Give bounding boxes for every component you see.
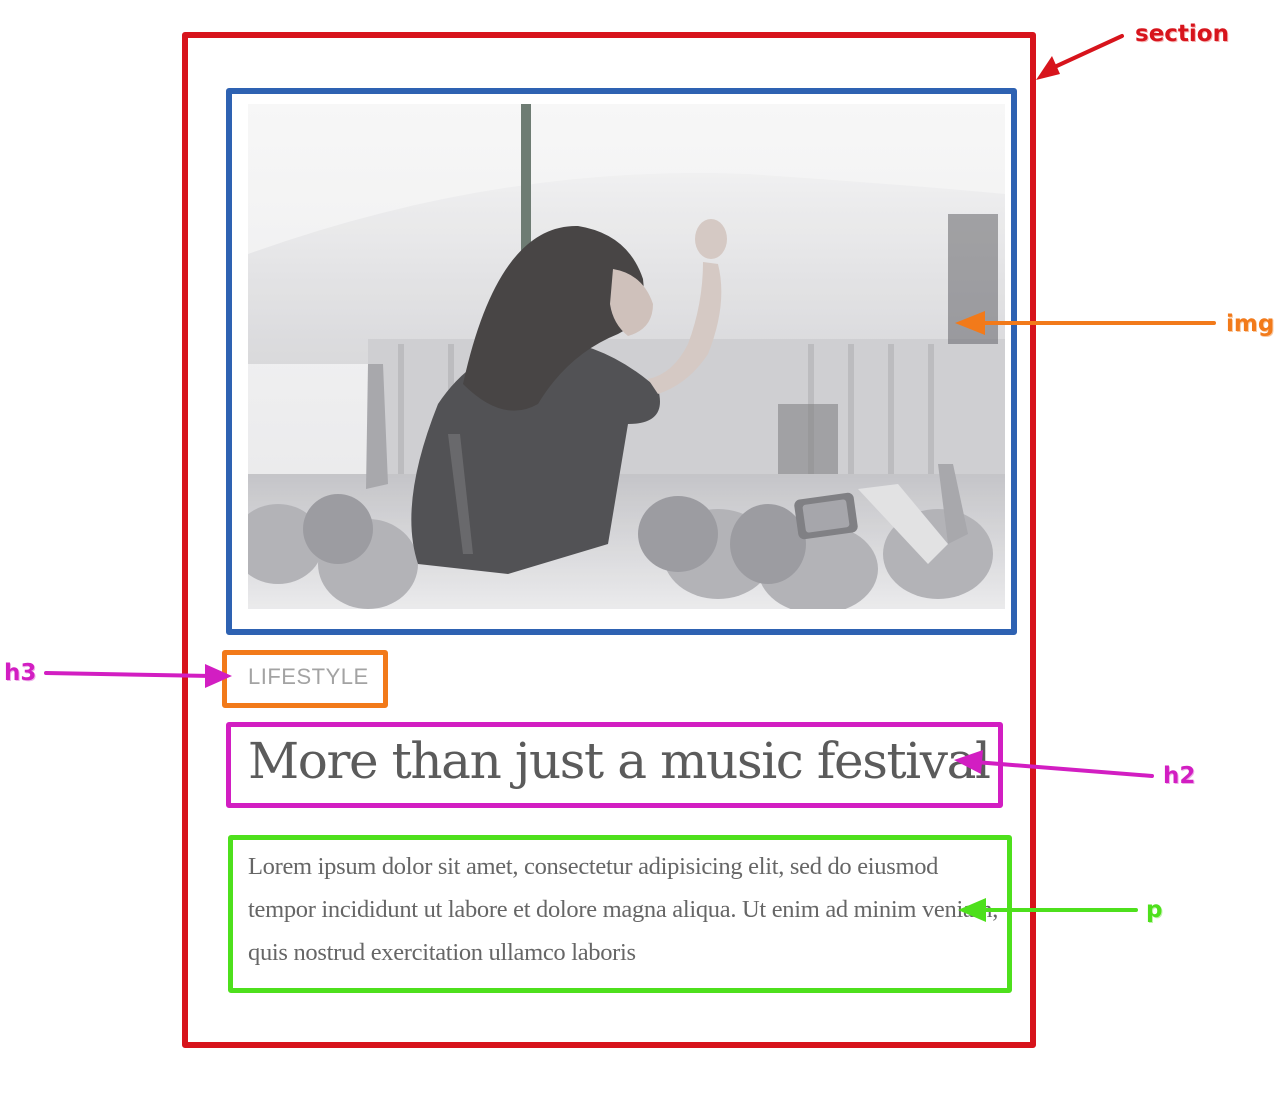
- p-label: p: [1146, 897, 1163, 923]
- h2-label: h2: [1163, 763, 1196, 789]
- concert-photo: [248, 104, 1005, 609]
- article-excerpt: Lorem ipsum dolor sit amet, consectetur …: [248, 853, 999, 966]
- section-label: section: [1135, 21, 1229, 47]
- section-arrow: [1036, 34, 1124, 80]
- h3-label: h3: [4, 660, 37, 686]
- article-title: More than just a music festival: [248, 732, 991, 790]
- img-label: img: [1226, 311, 1275, 337]
- category-heading: LIFESTYLE: [248, 664, 369, 689]
